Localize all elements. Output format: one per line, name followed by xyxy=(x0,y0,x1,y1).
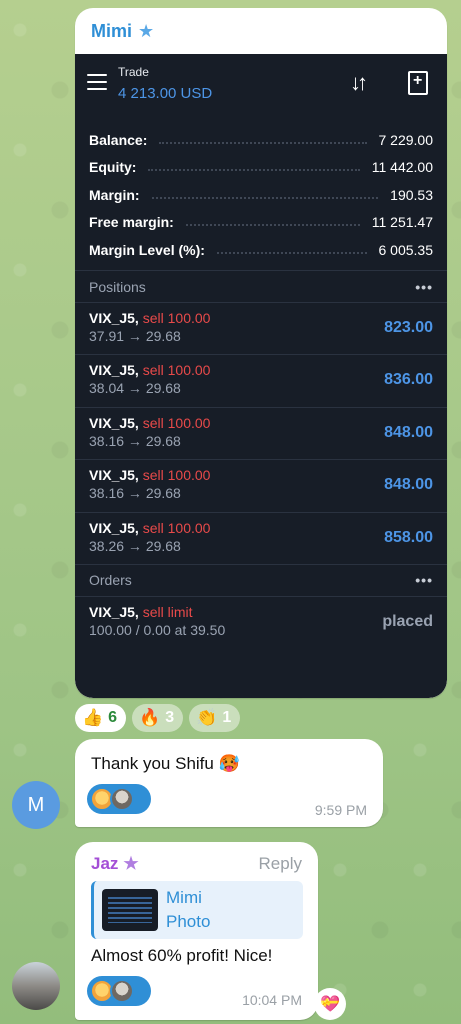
position-profit: 848.00 xyxy=(384,476,433,494)
position-row: VIX_J5, sell 100.00 37.91 → 29.68 823.00 xyxy=(75,302,447,354)
sort-icon: ↓↑ xyxy=(350,70,368,95)
position-profit: 858.00 xyxy=(384,528,433,546)
message-text: Thank you Shifu 🥵 xyxy=(91,754,240,773)
orders-header: Orders ••• xyxy=(75,563,447,596)
order-row: VIX_J5, sell limit 100.00 / 0.00 at 39.5… xyxy=(75,595,447,648)
orders-label: Orders xyxy=(89,572,132,589)
trade-screenshot[interactable]: Trade 4 213.00 USD ↓↑ Balance: 7 229.00 … xyxy=(75,54,447,698)
heart-reaction-icon[interactable]: 💝 xyxy=(314,988,346,1020)
sender-row: Mimi ★ xyxy=(75,8,447,54)
reaction-clap[interactable]: 👏 1 xyxy=(189,704,241,732)
more-icon: ••• xyxy=(415,572,433,589)
message-text: Almost 60% profit! Nice! xyxy=(91,946,273,965)
trade-amount: 4 213.00 USD xyxy=(118,85,213,102)
positions-header: Positions ••• xyxy=(75,270,447,302)
reaction-fire[interactable]: 🔥 3 xyxy=(132,704,184,732)
trade-topbar: Trade 4 213.00 USD ↓↑ xyxy=(75,54,447,116)
message-time: 9:59 PM xyxy=(314,802,367,818)
reply-quote[interactable]: Mimi Photo xyxy=(91,881,303,939)
avatar[interactable] xyxy=(12,962,60,1010)
message-reaction[interactable] xyxy=(87,976,151,1006)
reactor-avatar xyxy=(110,979,134,1003)
clap-icon: 👏 xyxy=(196,708,218,727)
position-row: VIX_J5, sell 100.00 38.16 → 29.68 848.00 xyxy=(75,459,447,511)
position-row: VIX_J5, sell 100.00 38.04 → 29.68 836.00 xyxy=(75,354,447,406)
account-row: Balance: 7 229.00 xyxy=(89,131,433,148)
order-status: placed xyxy=(382,612,433,630)
trade-title: Trade xyxy=(118,65,149,79)
account-summary: Balance: 7 229.00 Equity: 11 442.00 Marg… xyxy=(75,116,447,270)
new-order-icon xyxy=(408,71,428,95)
menu-icon xyxy=(87,74,107,90)
position-row: VIX_J5, sell 100.00 38.26 → 29.68 858.00 xyxy=(75,511,447,564)
message-bubble[interactable]: Thank you Shifu 🥵 9:59 PM xyxy=(75,739,383,827)
reply-button[interactable]: Reply xyxy=(259,854,302,874)
quote-thumbnail xyxy=(102,889,158,931)
photo-message-bubble[interactable]: Mimi ★ Trade 4 213.00 USD ↓↑ Balance: 7 … xyxy=(75,8,447,698)
message-time: 10:04 PM xyxy=(242,992,302,1008)
account-row: Margin: 190.53 xyxy=(89,186,433,203)
account-row: Free margin: 11 251.47 xyxy=(89,214,433,231)
avatar[interactable]: M xyxy=(12,781,60,829)
quote-type: Photo xyxy=(166,912,211,931)
position-profit: 823.00 xyxy=(384,319,433,336)
premium-star-icon: ★ xyxy=(138,20,155,41)
position-row: VIX_J5, sell 100.00 38.16 → 29.68 848.00 xyxy=(75,406,447,459)
quote-sender: Mimi xyxy=(166,888,202,907)
fire-icon: 🔥 xyxy=(139,708,161,727)
sender-name[interactable]: Mimi xyxy=(91,21,132,42)
message-reaction[interactable] xyxy=(87,784,151,814)
message-bubble[interactable]: Jaz ★ Reply Mimi Photo Almost 60% profit!… xyxy=(75,842,318,1020)
positions-label: Positions xyxy=(89,278,146,295)
photo-reactions: 👍 6 🔥 3 👏 1 xyxy=(75,704,241,732)
account-row: Equity: 11 442.00 xyxy=(89,159,433,176)
position-profit: 848.00 xyxy=(384,423,433,441)
sender-name[interactable]: Jaz ★ xyxy=(91,854,139,874)
reactor-avatar xyxy=(110,787,134,811)
account-row: Margin Level (%): 6 005.35 xyxy=(89,241,433,258)
premium-star-icon: ★ xyxy=(123,854,139,873)
position-profit: 836.00 xyxy=(384,371,433,389)
more-icon: ••• xyxy=(415,278,433,295)
reaction-thumbs-up[interactable]: 👍 6 xyxy=(75,704,127,732)
thumbs-up-icon: 👍 xyxy=(82,708,104,727)
